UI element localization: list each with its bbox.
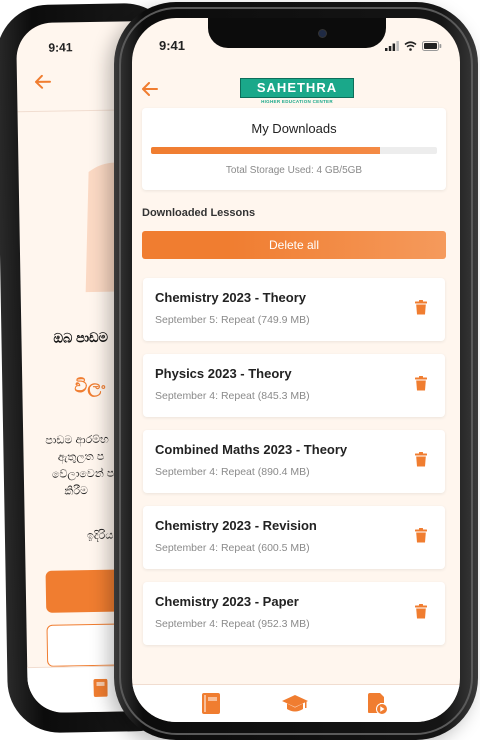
storage-used-text: Total Storage Used: 4 GB/5GB: [225, 165, 363, 176]
lesson-meta: September 5: Repeat (749.9 MB): [155, 314, 310, 326]
back-status-time: 9:41: [48, 40, 73, 55]
back-arrow-icon[interactable]: [142, 82, 158, 101]
lesson-title: Chemistry 2023 - Revision: [155, 518, 317, 533]
brand-logo: SAHETHRA HIGHER EDUCATION CENTER: [240, 78, 354, 104]
storage-title: My Downloads: [251, 121, 337, 136]
lesson-card[interactable]: Chemistry 2023 - Revision September 4: R…: [143, 506, 445, 569]
video-file-icon[interactable]: [368, 693, 388, 720]
section-label: Downloaded Lessons: [142, 207, 256, 219]
graduation-cap-icon[interactable]: [282, 695, 308, 718]
lesson-meta: September 4: Repeat (600.5 MB): [155, 542, 310, 554]
lesson-title: Combined Maths 2023 - Theory: [155, 442, 348, 457]
lesson-card[interactable]: Chemistry 2023 - Theory September 5: Rep…: [143, 278, 445, 341]
trash-icon[interactable]: [415, 528, 427, 548]
storage-card: My Downloads Total Storage Used: 4 GB/5G…: [142, 108, 446, 190]
signal-icon: [385, 38, 399, 56]
lesson-card[interactable]: Chemistry 2023 - Paper September 4: Repe…: [143, 582, 445, 645]
trash-icon[interactable]: [415, 604, 427, 624]
camera-icon: [318, 29, 327, 38]
logo-sub-text: HIGHER EDUCATION CENTER: [261, 99, 333, 104]
status-icons: [385, 38, 442, 56]
storage-progress-fill: [151, 147, 380, 154]
status-time: 9:41: [159, 38, 186, 53]
book-icon[interactable]: [202, 693, 220, 719]
bottom-tab-bar: [132, 684, 460, 722]
lesson-title: Chemistry 2023 - Theory: [155, 290, 307, 305]
lesson-meta: September 4: Repeat (845.3 MB): [155, 390, 310, 402]
lesson-title: Chemistry 2023 - Paper: [155, 594, 299, 609]
book-icon[interactable]: [93, 678, 108, 702]
trash-icon[interactable]: [415, 300, 427, 320]
back-arrow-icon[interactable]: [34, 74, 51, 94]
wifi-icon: [404, 38, 417, 56]
lesson-card[interactable]: Combined Maths 2023 - Theory September 4…: [143, 430, 445, 493]
back-short-text: ඉදිරිය: [86, 529, 114, 543]
lesson-meta: September 4: Repeat (952.3 MB): [155, 618, 310, 630]
trash-icon[interactable]: [415, 376, 427, 396]
battery-icon: [422, 38, 442, 56]
back-paragraph: පාඩම ආරම්භ ඇතුලත ප වේලාවෙන් ප කිරීම: [45, 433, 115, 498]
downloads-screen: 9:41 SAHETHRA HIGHER EDUCATION CENTER My…: [132, 18, 460, 722]
trash-icon[interactable]: [415, 452, 427, 472]
app-bar: SAHETHRA HIGHER EDUCATION CENTER: [132, 56, 460, 108]
lesson-card[interactable]: Physics 2023 - Theory September 4: Repea…: [143, 354, 445, 417]
logo-main-text: SAHETHRA: [240, 78, 354, 98]
back-title: විලං: [74, 375, 106, 397]
delete-all-button[interactable]: Delete all: [142, 231, 446, 259]
phone-notch: [208, 18, 386, 48]
lesson-meta: September 4: Repeat (890.4 MB): [155, 466, 310, 478]
storage-progress-bar: [151, 147, 437, 154]
lesson-title: Physics 2023 - Theory: [155, 366, 292, 381]
back-intro-text: ඔබ පාඩම: [53, 329, 109, 346]
